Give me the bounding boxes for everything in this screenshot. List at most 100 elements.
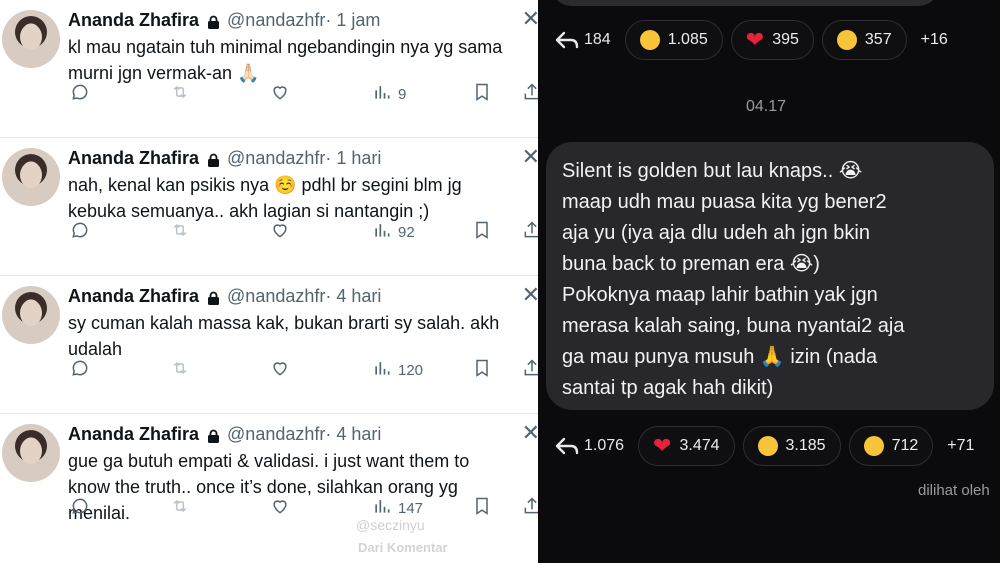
reaction-pill-rofl[interactable]: 357 [821,20,907,60]
avatar[interactable] [2,286,60,344]
display-name[interactable]: Ananda Zhafira [68,424,199,445]
x-logo-icon[interactable]: ✕ [522,282,538,308]
top-reaction-row: 184 1.085 ❤ 395 357 +16 [538,20,954,60]
more-reactions[interactable]: +71 [941,437,980,455]
retweet-button[interactable] [170,358,190,382]
lock-icon [207,290,220,305]
share-icon [522,82,538,106]
like-button[interactable] [270,220,290,244]
display-name[interactable]: Ananda Zhafira [68,148,199,169]
display-name[interactable]: Ananda Zhafira [68,10,199,31]
more-reactions[interactable]: +16 [915,31,954,49]
avatar[interactable] [2,148,60,206]
bookmark-icon [472,220,492,244]
message-line: Pokoknya maap lahir bathin yak jgn [562,284,878,306]
bookmark-button[interactable] [472,220,492,244]
tweet-text-line: kl mau ngatain tuh minimal ngebandingin … [68,37,503,57]
tweet-text-line: sy cuman kalah massa kak, bukan brarti s… [68,313,500,333]
retweet-icon [170,496,190,520]
views-button[interactable]: 92 [372,220,415,244]
joy-emoji-icon [757,436,778,456]
tweet-actions: 120 [70,358,538,382]
share-button[interactable] [522,220,538,244]
reply-icon [70,82,90,106]
avatar[interactable] [2,10,60,68]
user-handle[interactable]: @nandazhfr [227,10,325,31]
tweet[interactable]: Ananda Zhafira @nandazhfr · 4 hari ✕ sy … [0,276,538,414]
bookmark-button[interactable] [472,496,492,520]
views-icon [372,220,392,244]
retweet-button[interactable] [170,82,190,106]
display-name[interactable]: Ananda Zhafira [68,286,199,307]
reaction-pill-joy[interactable]: 1.085 [624,20,723,60]
tweet-text: sy cuman kalah massa kak, bukan brarti s… [68,310,538,362]
reaction-pill-heart[interactable]: ❤ 395 [730,20,814,60]
reply-count: 184 [584,31,611,48]
reply-button[interactable] [70,496,90,520]
user-handle[interactable]: @nandazhfr [227,286,325,307]
x-logo-icon[interactable]: ✕ [522,420,538,446]
share-button[interactable] [522,82,538,106]
message-line: merasa kalah saing, buna nyantai2 aja [562,315,905,337]
reply-count-bottom[interactable]: 1.076 [554,436,624,456]
user-handle[interactable]: @nandazhfr [227,148,325,169]
bookmark-button[interactable] [472,358,492,382]
tweet-time[interactable]: · 4 hari [325,424,381,445]
retweet-icon [170,82,190,106]
rofl-emoji-icon [836,30,857,50]
tweet-time[interactable]: · 4 hari [325,286,381,307]
tweet[interactable]: Ananda Zhafira @nandazhfr · 1 jam ✕ kl m… [0,0,538,138]
tweet-actions: 92 [70,220,538,244]
tweet-header: Ananda Zhafira @nandazhfr · 1 hari [68,148,538,169]
views-button[interactable]: 120 [372,358,423,382]
reaction-count: 357 [864,31,892,48]
tweet[interactable]: Ananda Zhafira @nandazhfr · 4 hari ✕ gue… [0,414,538,552]
reply-icon [70,358,90,382]
tweet-actions: 9 [70,82,538,106]
tweet-time[interactable]: · 1 jam [325,10,380,31]
views-icon [372,82,392,106]
avatar[interactable] [2,424,60,482]
message-line: aja yu (iya aja dlu udeh ah jgn bkin [562,222,870,244]
bookmark-icon [472,496,492,520]
message-line: maap udh mau puasa kita yg bener2 [562,191,887,213]
sweat-smile-emoji-icon [863,436,884,456]
reply-icon [555,31,579,49]
seen-by-label[interactable]: dilihat oleh [918,482,990,499]
like-button[interactable] [270,496,290,520]
share-button[interactable] [522,358,538,382]
message-bubble[interactable]: Silent is golden but lau knaps.. 😭 maap … [546,142,994,410]
share-button[interactable] [522,496,538,520]
heart-icon [270,82,290,106]
tweet-header: Ananda Zhafira @nandazhfr · 4 hari [68,424,538,445]
like-button[interactable] [270,82,290,106]
message-line: buna back to preman era 😭) [562,253,820,275]
reply-count: 1.076 [584,437,625,454]
reaction-pill-joy[interactable]: 3.185 [742,426,841,466]
x-logo-icon[interactable]: ✕ [522,144,538,170]
heart-icon [270,496,290,520]
reaction-count: 395 [772,31,799,48]
reaction-pill-heart[interactable]: ❤ 3.474 [638,426,735,466]
user-handle[interactable]: @nandazhfr [227,424,325,445]
tweet-header: Ananda Zhafira @nandazhfr · 4 hari [68,286,538,307]
view-count: 147 [398,499,424,517]
x-logo-icon[interactable]: ✕ [522,6,538,32]
retweet-button[interactable] [170,220,190,244]
like-button[interactable] [270,358,290,382]
retweet-button[interactable] [170,496,190,520]
reply-count-top[interactable]: 184 [554,30,611,50]
reply-button[interactable] [70,220,90,244]
tweet-time[interactable]: · 1 hari [325,148,381,169]
reaction-pill-sweat-smile[interactable]: 712 [848,426,934,466]
lock-icon [207,14,220,29]
reply-button[interactable] [70,358,90,382]
reply-button[interactable] [70,82,90,106]
views-button[interactable]: 9 [372,82,406,106]
tweet[interactable]: Ananda Zhafira @nandazhfr · 1 hari ✕ nah… [0,138,538,276]
joy-emoji-icon [639,30,660,50]
reaction-count: 712 [891,437,919,454]
tweet-text-line: gue ga butuh empati & validasi. i just w… [68,451,470,471]
bookmark-button[interactable] [472,82,492,106]
watermark-caption: Dari Komentar [358,540,448,555]
